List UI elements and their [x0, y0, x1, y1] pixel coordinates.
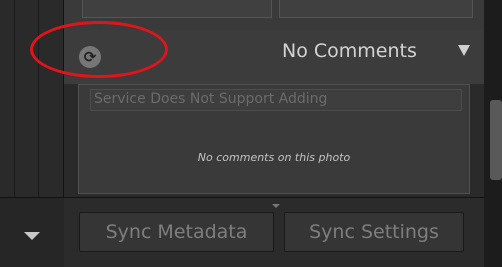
add-comment-field[interactable]: Service Does Not Support Adding: [90, 89, 462, 111]
panel-divider: [38, 0, 39, 197]
comments-title[interactable]: No Comments: [282, 40, 417, 62]
annotation-ellipse: [30, 21, 168, 78]
triangle-down-icon[interactable]: [24, 232, 40, 240]
triangle-down-icon[interactable]: [458, 45, 470, 56]
scrollbar-thumb[interactable]: [490, 100, 502, 180]
panel-divider: [14, 0, 15, 197]
resize-grip-icon[interactable]: [272, 204, 280, 208]
sync-settings-button[interactable]: Sync Settings: [284, 212, 464, 252]
sync-metadata-button[interactable]: Sync Metadata: [79, 212, 274, 252]
empty-comments-message: No comments on this photo: [197, 151, 351, 164]
metadata-field[interactable]: [82, 0, 272, 18]
metadata-field[interactable]: [279, 0, 473, 18]
